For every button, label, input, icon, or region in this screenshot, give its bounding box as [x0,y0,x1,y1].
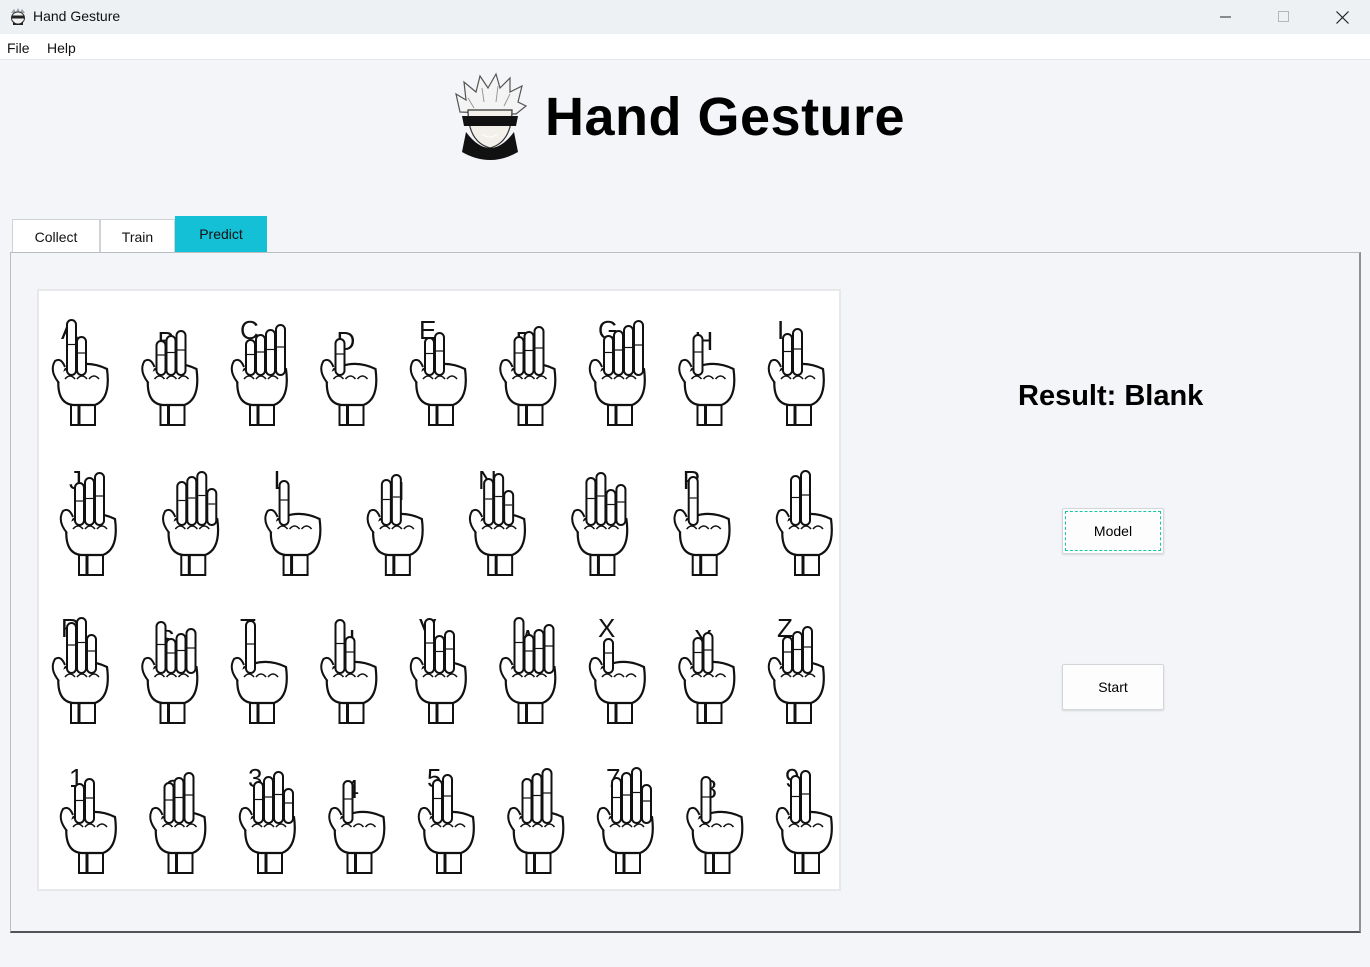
hand-sign: 7 [596,763,654,874]
hand-sign: M [366,474,424,576]
hand-sign: U [320,619,378,724]
hand-sign: Q [775,470,833,576]
hand-sign: S [141,621,199,724]
hand-sign: O [571,472,629,576]
hand-sign: V [409,613,467,724]
hand-sign: K [162,471,220,576]
hand-sign: C [230,315,288,426]
menu-bar: File Help [0,34,1370,60]
close-button[interactable] [1313,0,1370,34]
hand-sign: 2 [149,772,207,874]
maximize-icon [1278,11,1289,22]
result-label: Result: Blank [1018,380,1204,412]
hand-sign: A [51,315,109,426]
page-title: Hand Gesture [545,87,906,147]
title-bar: Hand Gesture [0,0,1370,34]
hand-sign: R [51,613,109,724]
window-title: Hand Gesture [33,8,121,24]
hand-sign: T [230,613,288,724]
hand-sign: W [499,617,557,724]
hand-sign: I [767,315,825,426]
close-icon [1335,10,1349,24]
asl-alphabet-image: ABCDEFGHI JKLMNOPQ RSTUVWXYZ 123456789 [37,289,841,891]
hand-sign: L [264,465,322,576]
hand-sign: 9 [775,763,833,874]
tab-predict[interactable]: Predict [175,216,267,253]
tab-collect[interactable]: Collect [12,219,100,253]
minimize-icon [1220,16,1231,18]
hand-sign: E [409,315,467,426]
menu-file[interactable]: File [7,40,30,56]
hand-sign: B [141,326,199,426]
hand-sign: P [673,465,731,576]
hand-sign: 3 [238,763,296,874]
hand-sign: 5 [417,763,475,874]
hand-sign: J [59,465,117,576]
tab-train[interactable]: Train [100,219,175,253]
hand-sign: F [499,326,557,426]
minimize-button[interactable] [1197,0,1255,34]
menu-help[interactable]: Help [47,40,76,56]
start-button[interactable]: Start [1062,664,1164,710]
hand-sign: N [468,465,526,576]
hand-sign: 8 [686,774,744,874]
hand-sign: G [588,315,646,426]
hand-sign: D [320,326,378,426]
ninja-face-icon [8,7,28,27]
hand-sign: H [678,326,736,426]
hand-sign: 4 [328,774,386,874]
hand-sign: Z [767,613,825,724]
hand-sign: 1 [59,763,117,874]
asl-hand-signs-illustration: ABCDEFGHI JKLMNOPQ RSTUVWXYZ 123456789 [51,315,833,874]
hand-sign: 6 [507,768,565,874]
hand-sign: Y [678,624,736,724]
logo-avatar [452,72,528,164]
model-button[interactable]: Model [1062,508,1164,554]
maximize-button[interactable] [1255,0,1313,34]
hand-sign: X [588,613,646,724]
